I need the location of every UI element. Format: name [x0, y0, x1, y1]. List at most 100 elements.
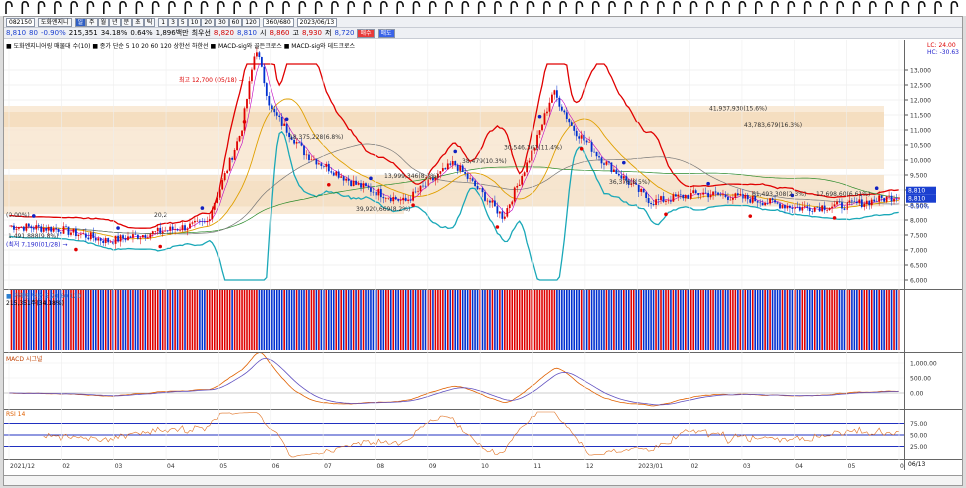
volume-bar — [610, 290, 613, 350]
volume-bar — [315, 290, 318, 350]
binder-ring — [363, 1, 372, 14]
time-tick-label: 02 — [62, 463, 70, 470]
period-button[interactable]: 10 — [187, 17, 202, 27]
binder-ring — [54, 1, 62, 14]
period-button[interactable]: 30 — [215, 17, 229, 27]
candle-body — [613, 169, 615, 172]
date-field[interactable]: 2023/06/13 — [296, 17, 338, 27]
candle-body — [474, 180, 476, 186]
volume-bar — [85, 290, 87, 350]
candle-body — [243, 108, 246, 131]
volume-bar — [122, 290, 124, 350]
period-button[interactable]: 3 — [168, 17, 178, 27]
candle-body — [712, 191, 714, 196]
candle-body — [865, 200, 868, 204]
candle-body — [486, 200, 489, 202]
volume-bar — [494, 290, 496, 350]
signal-dot — [74, 247, 78, 252]
candle-body — [379, 189, 382, 198]
volume-bar — [826, 290, 828, 350]
volume-bar — [486, 290, 489, 350]
candle-body — [642, 188, 645, 193]
candle-body — [570, 122, 573, 126]
volume-bar — [256, 290, 258, 350]
period-button[interactable]: 5 — [177, 17, 188, 27]
count-field[interactable]: 360/680 — [262, 17, 294, 27]
binder-ring — [934, 1, 942, 14]
mode-button[interactable]: 주 — [86, 17, 98, 27]
volume-bar — [625, 290, 628, 350]
candle-body — [498, 211, 501, 214]
period-button[interactable]: 1 — [158, 17, 169, 27]
volume-bar — [367, 290, 370, 350]
candle-body — [62, 226, 65, 234]
signal-dot — [116, 226, 120, 230]
volume-bar — [722, 290, 724, 350]
candle-body — [563, 110, 566, 113]
candle-body — [565, 112, 568, 119]
scroll-bar[interactable] — [4, 475, 962, 485]
period-button[interactable]: 60 — [228, 17, 243, 27]
rsi-tick-label: 50.00 — [910, 433, 927, 440]
candle-body — [129, 236, 132, 238]
volume-bar — [682, 290, 685, 350]
volume-bar — [848, 290, 851, 350]
period-button[interactable]: 120 — [242, 17, 260, 27]
candle-body — [87, 237, 90, 240]
price-tick-label: 12,500 — [910, 83, 931, 90]
mode-button[interactable]: 일 — [74, 17, 87, 27]
sell-button[interactable]: 매도 — [377, 28, 395, 38]
volume-bar — [109, 290, 112, 350]
mode-button[interactable]: 년 — [109, 17, 121, 27]
rsi-tick-label: 75.00 — [910, 421, 927, 428]
buy-button[interactable]: 매수 — [357, 28, 375, 38]
volume-bar — [124, 290, 127, 350]
volume-bar — [565, 290, 568, 350]
volume-bar — [637, 290, 640, 350]
signal-dot — [874, 186, 879, 191]
volume-bar — [429, 290, 432, 350]
price-tick-label: 6,500 — [910, 263, 927, 270]
rsi-legend: RSI 14 — [6, 411, 26, 418]
price-value: 8,810 — [6, 29, 27, 37]
stock-code-input[interactable]: 082150 — [6, 17, 35, 27]
volume-bar — [833, 290, 836, 350]
binder-ring — [168, 1, 176, 14]
binder-ring — [103, 1, 111, 14]
volume-bar — [300, 290, 303, 350]
volume-bar — [362, 290, 365, 350]
volume-bar — [578, 290, 580, 350]
volume-bar — [558, 290, 561, 350]
volume-bar — [640, 290, 642, 350]
volume-bar — [449, 290, 452, 350]
current-price-label: 8,810 — [908, 188, 925, 195]
volume-bar — [233, 290, 236, 350]
volume-bar — [251, 290, 253, 350]
candle-body — [692, 190, 695, 194]
candle-body — [484, 192, 486, 201]
candle-body — [868, 200, 871, 206]
binder-ring — [396, 1, 404, 14]
binder-ring — [445, 1, 453, 14]
candle-body — [399, 200, 402, 201]
volume-bar — [169, 290, 171, 350]
candle-body — [761, 203, 764, 206]
mode-button[interactable]: 분 — [120, 17, 133, 27]
candle-body — [55, 228, 58, 229]
candle-body — [893, 198, 895, 202]
candle-body — [42, 228, 45, 232]
candle-body — [674, 194, 677, 197]
candle-body — [813, 207, 816, 212]
stock-name-field[interactable]: 도화엔지니 — [37, 17, 72, 27]
mode-button[interactable]: 틱 — [143, 17, 156, 27]
volume-bar — [528, 290, 531, 350]
candle-body — [548, 102, 551, 112]
mode-button[interactable]: 초 — [132, 17, 144, 27]
candle-body — [146, 237, 149, 239]
volume-bar — [501, 290, 504, 350]
mode-button[interactable]: 월 — [97, 17, 110, 27]
volume-bar — [779, 290, 781, 350]
volume-bar — [841, 290, 843, 350]
candle-body — [853, 201, 856, 203]
period-button[interactable]: 20 — [201, 17, 215, 27]
